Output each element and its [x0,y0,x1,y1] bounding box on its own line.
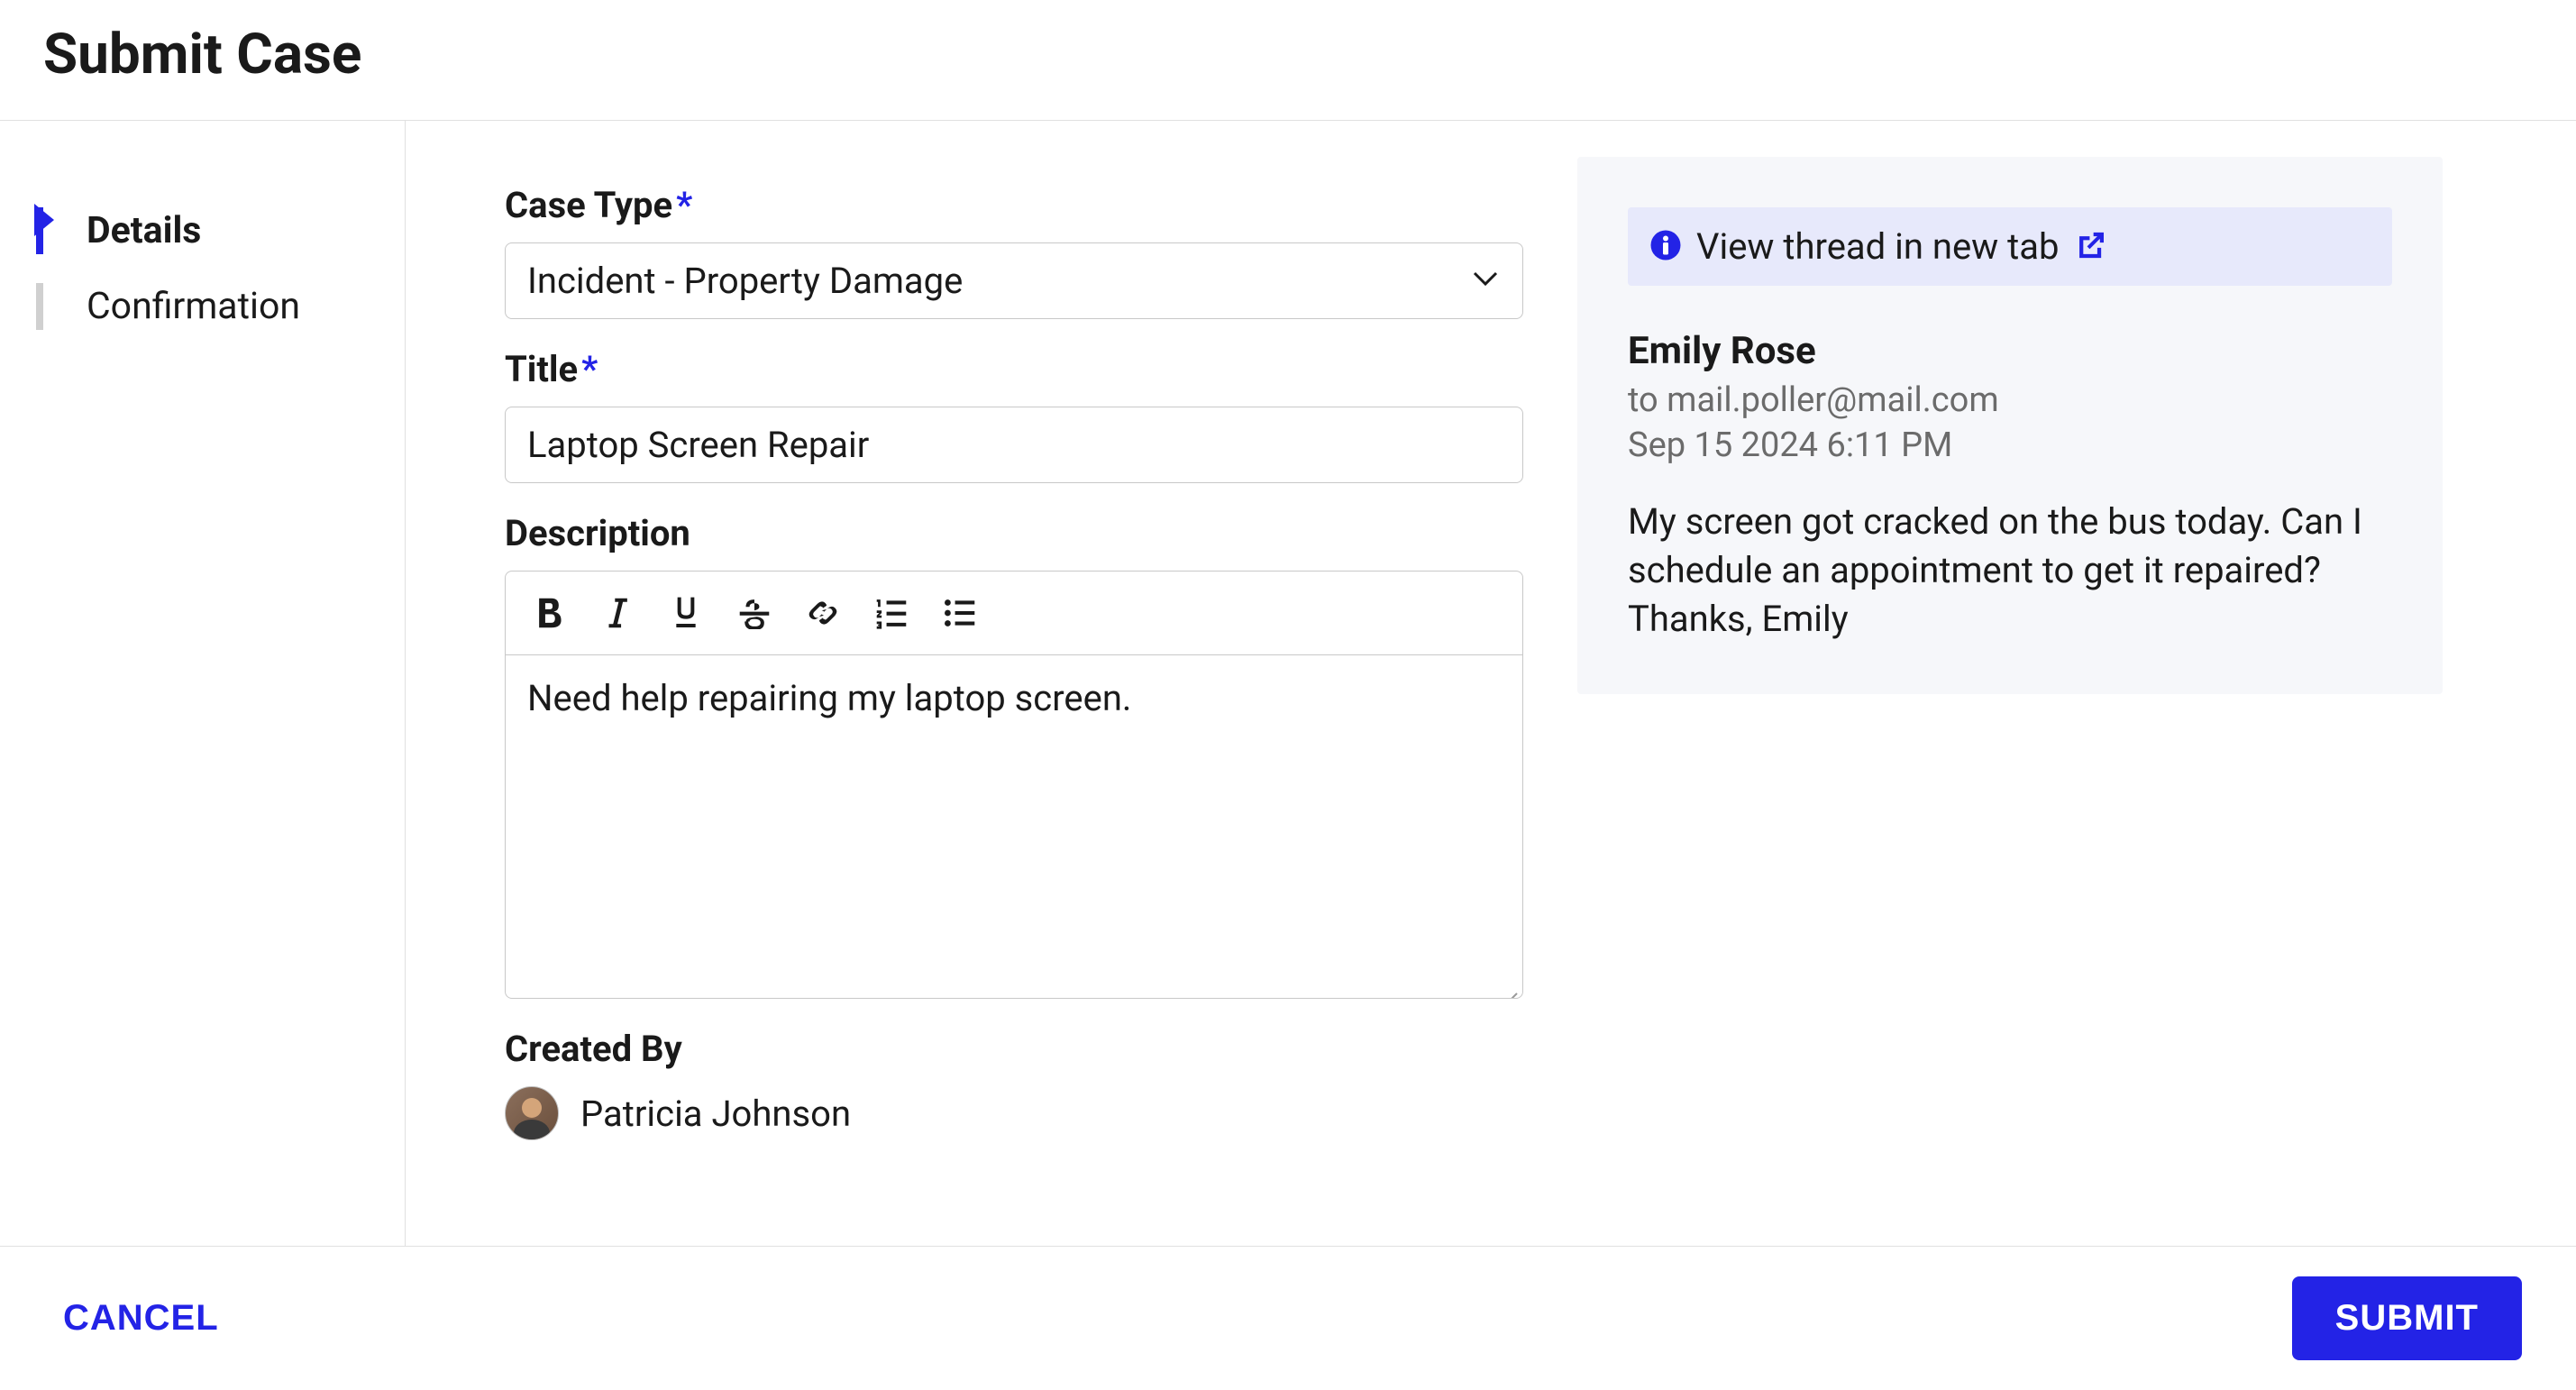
case-type-group: Case Type* Incident - Property Damage [505,184,1523,319]
main-container: Details Confirmation Case Type* Incident… [0,121,2576,1253]
page-header: Submit Case [0,0,2576,121]
ordered-list-button[interactable] [859,581,924,645]
link-button[interactable] [790,581,855,645]
title-group: Title* [505,348,1523,483]
strikethrough-button[interactable] [722,581,787,645]
email-date: Sep 15 2024 6:11 PM [1628,425,2392,465]
title-label: Title* [505,348,1523,390]
ordered-list-icon [874,597,909,629]
italic-button[interactable] [585,581,650,645]
created-by-row: Patricia Johnson [505,1086,1523,1140]
steps-sidebar: Details Confirmation [0,121,406,1253]
step-label: Details [87,209,201,252]
created-by-label: Created By [505,1028,1523,1070]
step-label: Confirmation [87,285,300,328]
description-textarea[interactable]: Need help repairing my laptop screen. [506,655,1522,998]
description-label: Description [505,512,1523,554]
sender-name: Emily Rose [1628,329,2392,373]
required-mark: * [676,184,692,226]
cancel-button[interactable]: CANCEL [63,1298,219,1339]
description-group: Description [505,512,1523,999]
submit-button[interactable]: SUBMIT [2292,1276,2522,1360]
link-icon [806,596,840,630]
creator-name: Patricia Johnson [580,1093,851,1135]
bold-button[interactable] [516,581,581,645]
page-title: Submit Case [43,22,2533,87]
strikethrough-icon [737,597,772,629]
email-body: My screen got cracked on the bus today. … [1628,498,2392,644]
banner-text: View thread in new tab [1696,225,2059,268]
underline-icon [671,595,701,631]
case-type-label: Case Type* [505,184,1523,226]
external-link-icon [2073,230,2104,264]
email-preview-panel: View thread in new tab Emily Rose to mai… [1577,157,2443,694]
form-area: Case Type* Incident - Property Damage Ti… [406,121,1577,1253]
avatar [505,1086,559,1140]
step-indicator-icon [36,283,43,330]
footer: CANCEL SUBMIT [0,1246,2576,1390]
step-details[interactable]: Details [36,193,405,269]
description-editor: Need help repairing my laptop screen. [505,571,1523,999]
unordered-list-icon [943,597,977,629]
created-by-group: Created By Patricia Johnson [505,1028,1523,1140]
step-confirmation[interactable]: Confirmation [36,269,405,344]
step-indicator-icon [36,207,43,254]
underline-button[interactable] [653,581,718,645]
editor-toolbar [506,572,1522,655]
title-input[interactable] [505,407,1523,483]
bold-icon [534,596,564,630]
case-type-select-wrapper: Incident - Property Damage [505,242,1523,319]
resize-handle-icon[interactable] [1497,973,1519,994]
case-type-select[interactable]: Incident - Property Damage [505,242,1523,319]
italic-icon [605,596,630,630]
unordered-list-button[interactable] [927,581,992,645]
info-icon [1649,229,1682,265]
email-to: to mail.poller@mail.com [1628,380,2392,420]
view-thread-banner[interactable]: View thread in new tab [1628,207,2392,286]
required-mark: * [581,348,598,390]
